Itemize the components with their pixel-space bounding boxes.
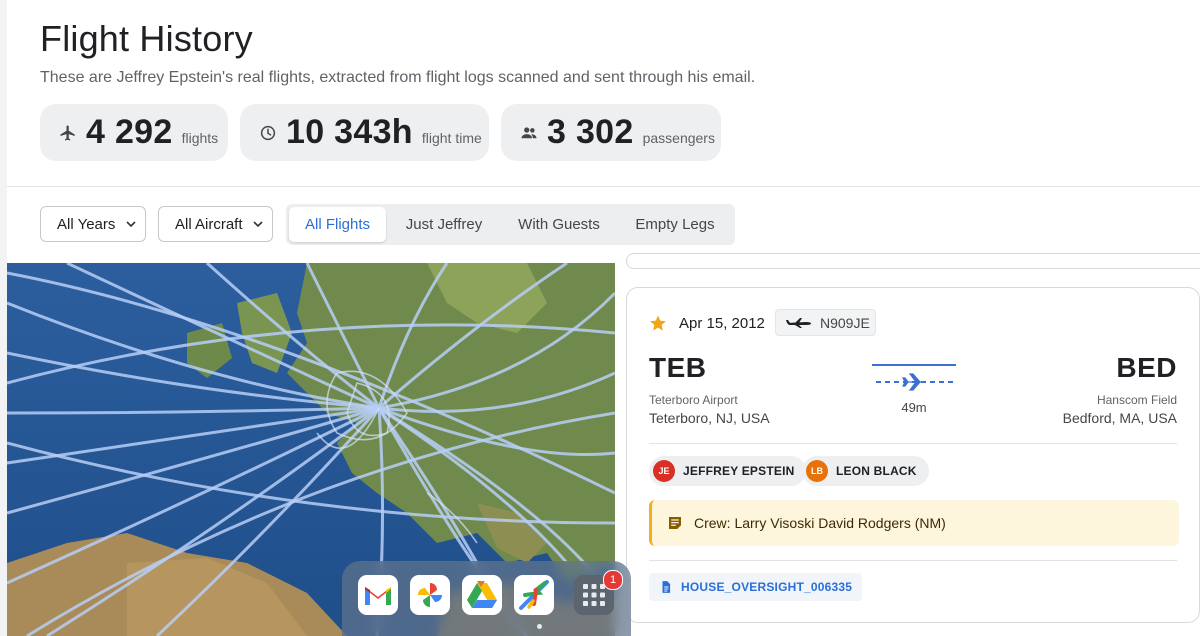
stat-flights: 4 292 flights xyxy=(40,104,228,161)
stat-passengers-unit: passengers xyxy=(642,129,715,146)
flight-filter-segmented-control: All Flights Just Jeffrey With Guests Emp… xyxy=(286,204,735,245)
divider xyxy=(649,443,1177,444)
passenger-chip[interactable]: LB LEON BLACK xyxy=(802,456,929,486)
stat-flight-time-value: 10 343h xyxy=(286,113,413,151)
gmail-icon[interactable] xyxy=(358,575,398,615)
stat-flight-time-unit: flight time xyxy=(421,129,482,146)
star-icon[interactable] xyxy=(649,314,667,332)
app-dock xyxy=(342,561,631,636)
source-document-link[interactable]: HOUSE_OVERSIGHT_006335 xyxy=(649,573,863,601)
source-document-id: HOUSE_OVERSIGHT_006335 xyxy=(681,580,853,594)
origin-code: TEB xyxy=(649,352,707,383)
passenger-name: JEFFREY EPSTEIN xyxy=(683,464,795,478)
header: Flight History These are Jeffrey Epstein… xyxy=(7,0,1200,187)
page-title: Flight History xyxy=(40,18,253,59)
segment-just-jeffrey[interactable]: Just Jeffrey xyxy=(389,207,499,242)
tail-number: N909JE xyxy=(820,314,870,331)
tail-number-badge: N909JE xyxy=(775,309,876,336)
year-select[interactable]: All Years xyxy=(40,206,146,242)
notification-badge: 1 xyxy=(603,570,623,590)
jet-silhouette-icon xyxy=(786,317,811,328)
dock-page-indicator xyxy=(537,624,542,629)
avatar: LB xyxy=(806,460,828,482)
note-icon xyxy=(669,517,681,529)
aircraft-select-value: All Aircraft xyxy=(175,215,243,233)
aircraft-select[interactable]: All Aircraft xyxy=(158,206,273,242)
stat-passengers-value: 3 302 xyxy=(547,113,634,151)
origin-airport: Teterboro Airport xyxy=(649,393,738,407)
stat-passengers: 3 302 passengers xyxy=(501,104,721,161)
stat-flight-time: 10 343h flight time xyxy=(240,104,489,161)
destination-city: Bedford, MA, USA xyxy=(1062,410,1177,426)
stat-flights-unit: flights xyxy=(181,129,219,146)
crew-note-text: Crew: Larry Visoski David Rodgers (NM) xyxy=(694,515,946,531)
drive-icon[interactable] xyxy=(462,575,502,615)
flights-app-icon[interactable] xyxy=(514,575,554,615)
clock-icon xyxy=(258,123,278,143)
passenger-name: LEON BLACK xyxy=(836,464,917,478)
passenger-chip[interactable]: JE JEFFREY EPSTEIN xyxy=(649,456,807,486)
divider xyxy=(649,560,1177,561)
crew-note: Crew: Larry Visoski David Rodgers (NM) xyxy=(649,500,1179,546)
previous-flight-card[interactable] xyxy=(626,253,1200,269)
segment-all-flights[interactable]: All Flights xyxy=(289,207,386,242)
flight-date: Apr 15, 2012 xyxy=(679,315,765,332)
route-arrow xyxy=(872,364,956,391)
destination-code: BED xyxy=(1116,352,1177,383)
destination-airport: Hanscom Field xyxy=(1096,393,1177,407)
chevron-down-icon xyxy=(253,221,263,228)
stat-flights-value: 4 292 xyxy=(86,113,173,151)
photos-icon[interactable] xyxy=(410,575,450,615)
avatar: JE xyxy=(653,460,675,482)
people-icon xyxy=(519,123,539,143)
segment-empty-legs[interactable]: Empty Legs xyxy=(620,207,730,242)
flight-card[interactable]: Apr 15, 2012 N909JE TEB Teterboro Airpor… xyxy=(626,287,1200,623)
document-icon xyxy=(662,581,671,593)
origin-city: Teterboro, NJ, USA xyxy=(649,410,770,426)
airplane-icon xyxy=(58,123,78,143)
flight-duration: 49m xyxy=(901,400,927,415)
year-select-value: All Years xyxy=(57,215,116,233)
segment-with-guests[interactable]: With Guests xyxy=(502,207,616,242)
page-subtitle: These are Jeffrey Epstein's real flights… xyxy=(40,69,756,86)
airplane-icon xyxy=(902,373,924,391)
flight-history-page: Flight History These are Jeffrey Epstein… xyxy=(7,0,1200,636)
chevron-down-icon xyxy=(126,221,136,228)
flight-detail-pane: Apr 15, 2012 N909JE TEB Teterboro Airpor… xyxy=(615,253,1200,636)
